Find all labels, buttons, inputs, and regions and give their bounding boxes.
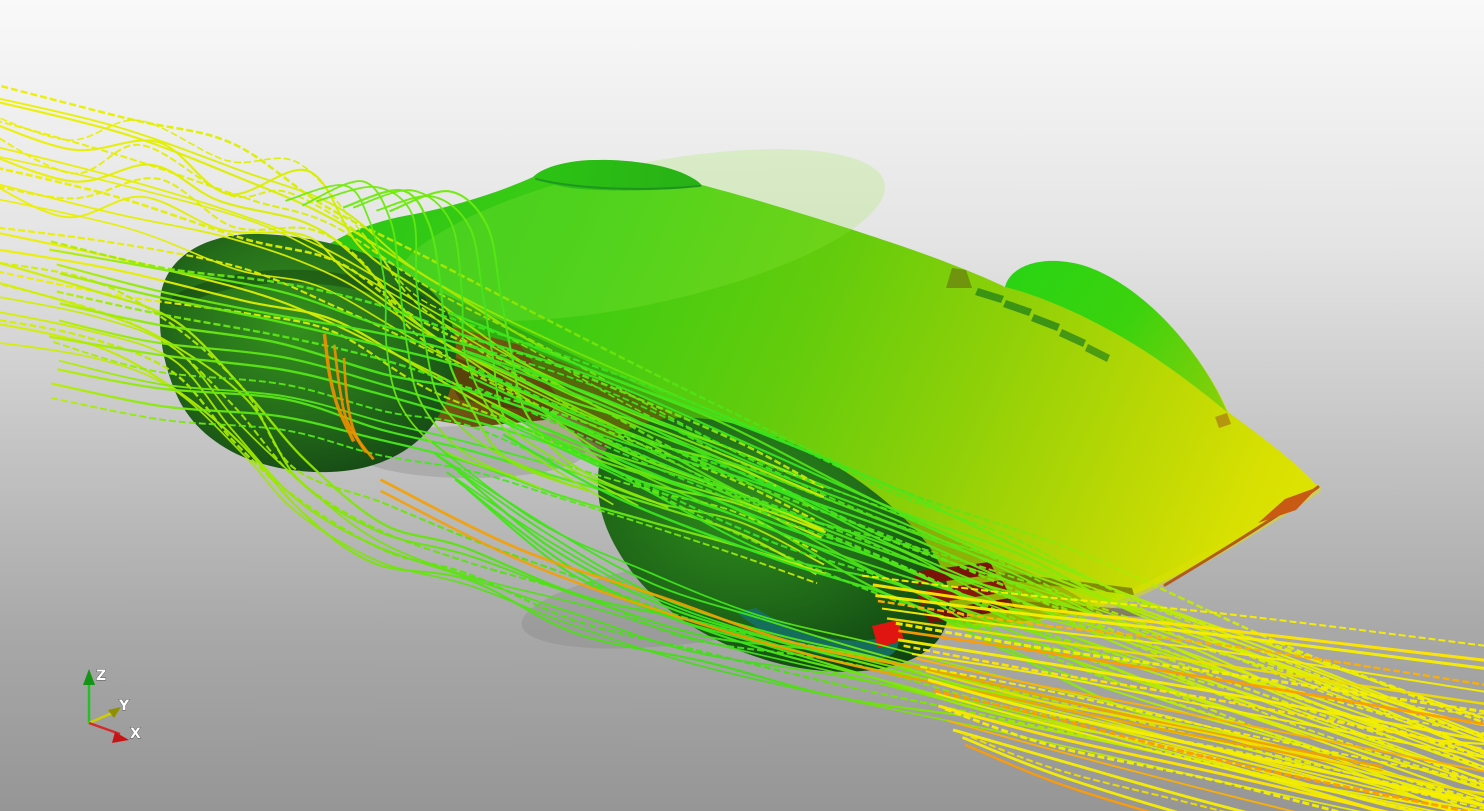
axis-x-label: X — [130, 726, 141, 742]
axis-z-label: Z — [96, 668, 106, 684]
render-viewport[interactable]: Z Y X — [0, 0, 1484, 811]
cfd-scene[interactable]: Z Y X — [0, 0, 1484, 811]
axis-y-label: Y — [118, 698, 130, 714]
